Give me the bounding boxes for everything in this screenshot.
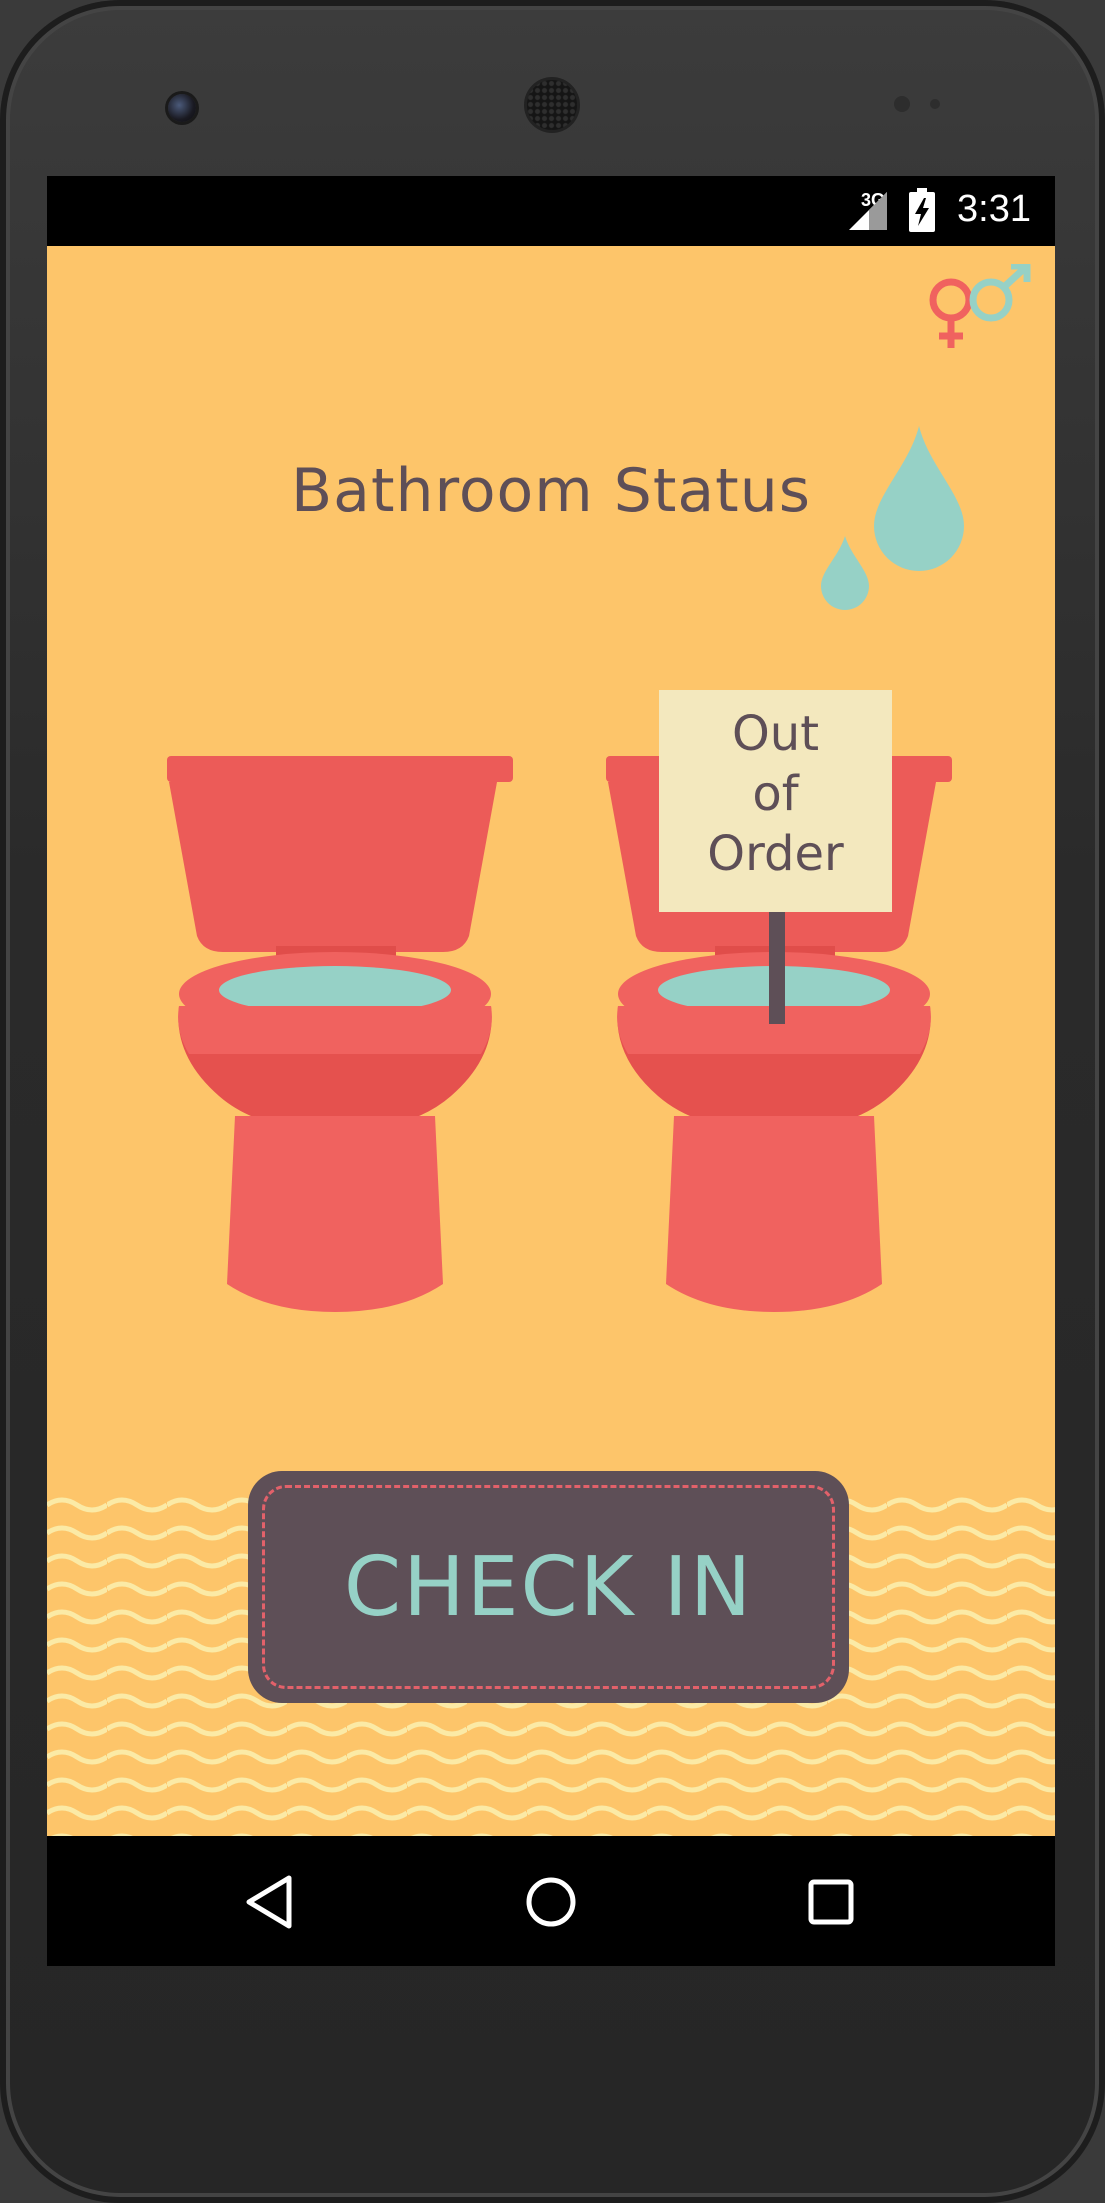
toilet-1[interactable] — [161, 756, 521, 1336]
screen: 3G 3:31 Bathroom Status Out of Order CHE… — [47, 176, 1055, 1966]
bathroom-status-screen: Bathroom Status Out of Order CHECK IN — [47, 246, 1055, 1836]
home-icon[interactable] — [523, 1874, 579, 1930]
check-in-label: CHECK IN — [343, 1539, 754, 1635]
phone-frame: 3G 3:31 Bathroom Status Out of Order CHE… — [0, 0, 1105, 2203]
sign-line-3: Order — [707, 826, 844, 882]
status-bar: 3G 3:31 — [47, 176, 1055, 246]
front-camera — [168, 94, 196, 122]
proximity-sensor — [894, 96, 910, 112]
battery-charging-icon — [909, 188, 935, 232]
clock: 3:31 — [957, 188, 1031, 230]
check-in-button[interactable]: CHECK IN — [248, 1471, 849, 1703]
sign-line-1: Out — [731, 706, 820, 762]
page-title: Bathroom Status — [291, 456, 811, 526]
earpiece-speaker — [527, 80, 577, 130]
recents-icon[interactable] — [803, 1874, 859, 1930]
sign-post — [769, 912, 785, 1024]
signal-icon — [849, 192, 887, 230]
navigation-bar — [47, 1836, 1055, 1966]
light-sensor — [930, 99, 940, 109]
toilet-icon — [167, 756, 513, 1312]
out-of-order-sign: Out of Order — [659, 690, 892, 912]
female-male-icon[interactable] — [915, 264, 1035, 354]
sign-line-2: of — [752, 766, 799, 822]
back-icon[interactable] — [243, 1874, 299, 1930]
